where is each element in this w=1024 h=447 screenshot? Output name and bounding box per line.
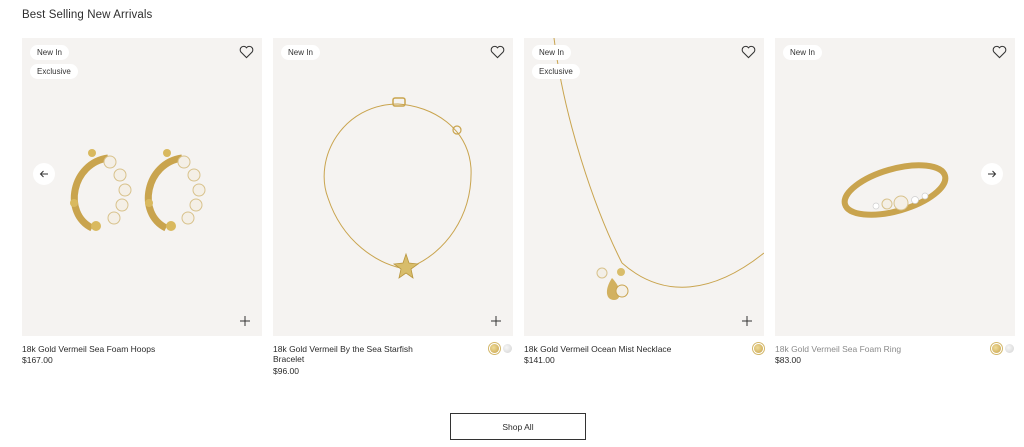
- sea-foam-ring-image: [841, 162, 949, 218]
- product-price: $141.00: [524, 355, 555, 365]
- product-price: $96.00: [273, 366, 299, 376]
- product-image[interactable]: New In: [775, 38, 1015, 336]
- ocean-mist-necklace-image: [553, 38, 764, 300]
- heart-icon[interactable]: [741, 45, 756, 59]
- plus-icon[interactable]: [741, 315, 753, 327]
- arrow-left-icon: [39, 170, 48, 178]
- product-name[interactable]: 18k Gold Vermeil Sea Foam Ring: [775, 344, 945, 354]
- exclusive-badge: Exclusive: [30, 64, 78, 79]
- product-card[interactable]: New In 18k Gold Vermeil Sea Foam Ring $8…: [775, 38, 1015, 365]
- product-image[interactable]: New In Exclusive: [22, 38, 262, 336]
- heart-icon[interactable]: [239, 45, 254, 59]
- product-card[interactable]: New In 18k Gold Vermeil By the Sea Starf…: [273, 38, 513, 376]
- color-swatches: [490, 344, 512, 353]
- new-in-badge: New In: [783, 45, 822, 60]
- product-name[interactable]: 18k Gold Vermeil Sea Foam Hoops: [22, 344, 192, 354]
- gold-swatch[interactable]: [490, 344, 499, 353]
- product-name[interactable]: 18k Gold Vermeil By the Sea Starfish Bra…: [273, 344, 443, 364]
- carousel-next-button[interactable]: [981, 163, 1003, 185]
- new-in-badge: New In: [281, 45, 320, 60]
- plus-icon[interactable]: [490, 315, 502, 327]
- gold-swatch[interactable]: [754, 344, 763, 353]
- exclusive-badge: Exclusive: [532, 64, 580, 79]
- silver-swatch[interactable]: [1005, 344, 1014, 353]
- product-name[interactable]: 18k Gold Vermeil Ocean Mist Necklace: [524, 344, 694, 354]
- product-card[interactable]: New In Exclusive 18k Gold Vermeil Ocean …: [524, 38, 764, 365]
- heart-icon[interactable]: [992, 45, 1007, 59]
- new-in-badge: New In: [532, 45, 571, 60]
- color-swatches: [754, 344, 763, 353]
- product-image[interactable]: New In: [273, 38, 513, 336]
- section-title: Best Selling New Arrivals: [22, 9, 153, 21]
- starfish-bracelet-image: [323, 97, 472, 279]
- shop-all-button[interactable]: Shop All: [450, 413, 586, 440]
- new-in-badge: New In: [30, 45, 69, 60]
- product-card[interactable]: New In Exclusive 18k Gold Vermeil Sea Fo…: [22, 38, 262, 365]
- product-price: $83.00: [775, 355, 801, 365]
- carousel-prev-button[interactable]: [33, 163, 55, 185]
- color-swatches: [992, 344, 1014, 353]
- hoop-earrings-image: [70, 149, 206, 232]
- silver-swatch[interactable]: [503, 344, 512, 353]
- gold-swatch[interactable]: [992, 344, 1001, 353]
- heart-icon[interactable]: [490, 45, 505, 59]
- plus-icon[interactable]: [239, 315, 251, 327]
- arrow-right-icon: [988, 170, 997, 178]
- product-price: $167.00: [22, 355, 53, 365]
- product-image[interactable]: New In Exclusive: [524, 38, 764, 336]
